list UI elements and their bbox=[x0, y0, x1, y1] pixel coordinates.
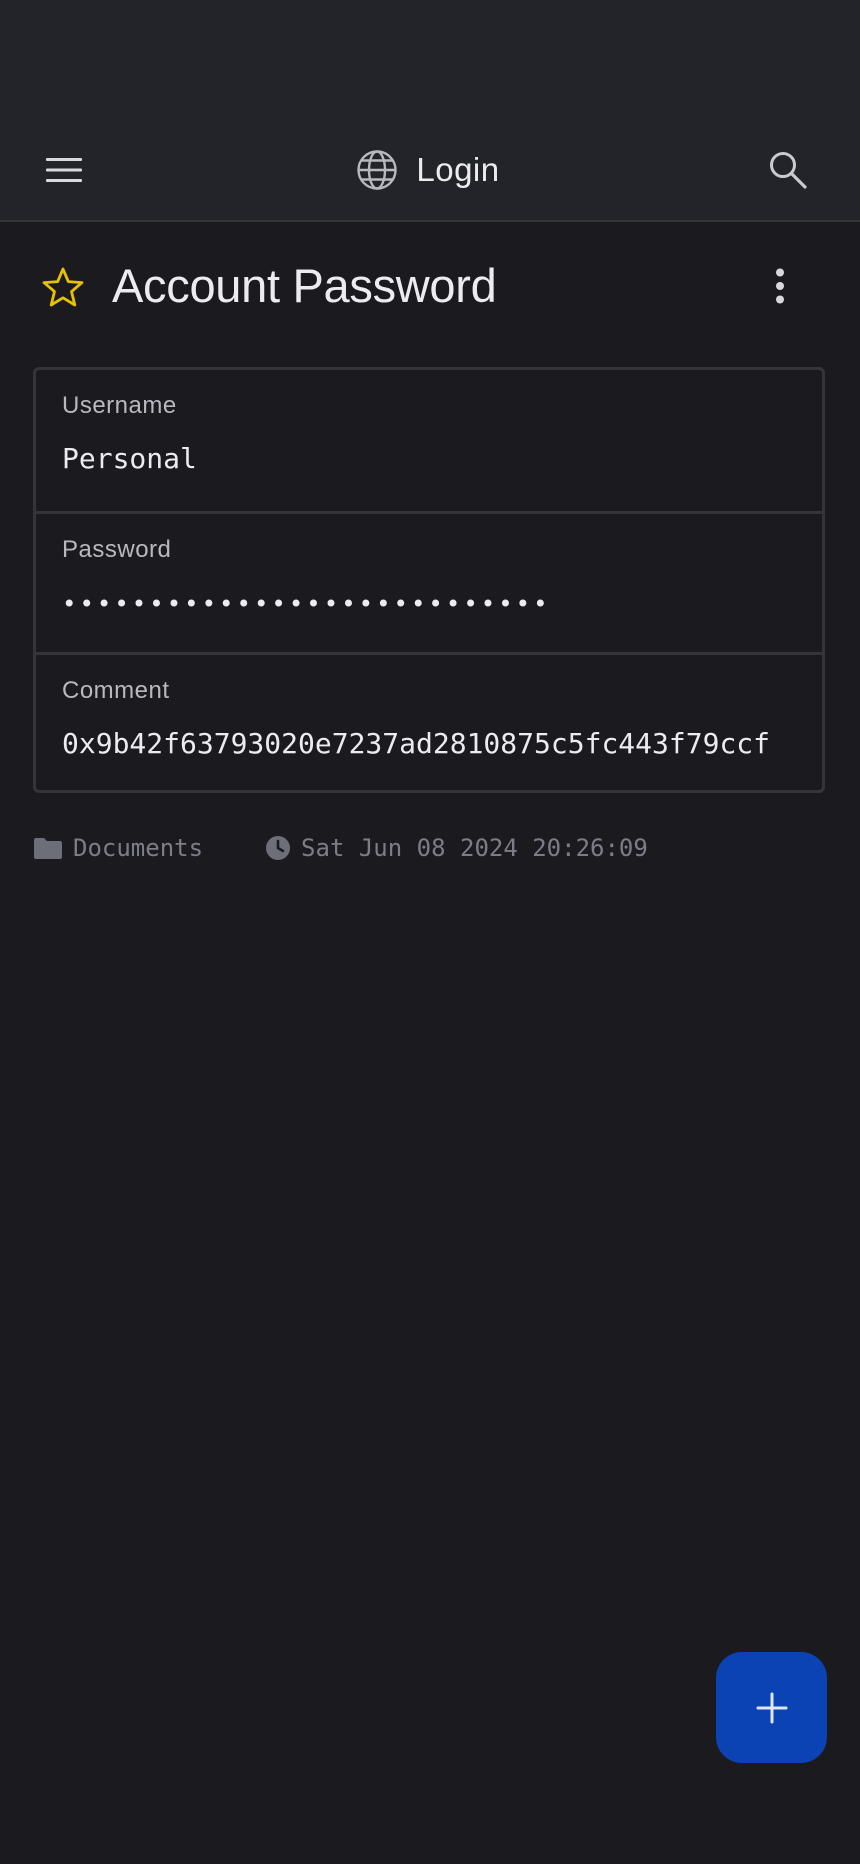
menu-button[interactable] bbox=[28, 140, 100, 200]
field-comment[interactable]: Comment 0x9b42f63793020e7237ad2810875c5f… bbox=[36, 652, 822, 790]
folder-name: Documents bbox=[73, 834, 204, 862]
folder-icon bbox=[34, 838, 62, 859]
timestamp-info: Sat Jun 08 2024 20:26:09 bbox=[265, 834, 648, 862]
field-value: 0x9b42f63793020e7237ad2810875c5fc443f79c… bbox=[62, 727, 771, 760]
entry-meta: Documents Sat Jun 08 2024 20:26:09 bbox=[33, 830, 648, 866]
field-value: Personal bbox=[62, 442, 197, 475]
favorite-button[interactable] bbox=[36, 262, 90, 312]
app-title: Login bbox=[0, 120, 860, 220]
clock-icon bbox=[266, 836, 291, 860]
field-label: Username bbox=[62, 392, 177, 419]
search-icon bbox=[770, 152, 807, 189]
field-password[interactable]: Password •••••••••••••••••••••••••••• bbox=[36, 511, 822, 652]
search-button[interactable] bbox=[752, 140, 824, 200]
field-username[interactable]: Username Personal bbox=[36, 370, 822, 511]
field-label: Comment bbox=[62, 677, 170, 704]
entry-title: Account Password bbox=[112, 259, 497, 312]
status-bar bbox=[0, 0, 860, 120]
app-title-text: Login bbox=[416, 151, 500, 188]
fields-card: Username Personal Password •••••••••••••… bbox=[33, 367, 825, 793]
star-outline-icon bbox=[42, 267, 84, 307]
more-options-button[interactable] bbox=[754, 258, 806, 314]
more-vertical-icon bbox=[776, 268, 784, 304]
field-label: Password bbox=[62, 536, 172, 563]
entry-header: Account Password bbox=[0, 240, 860, 332]
app-bar: Login bbox=[0, 120, 860, 222]
hamburger-menu-icon bbox=[46, 158, 82, 182]
plus-icon bbox=[756, 1692, 787, 1723]
add-entry-button[interactable] bbox=[716, 1652, 827, 1763]
folder-info[interactable]: Documents bbox=[33, 834, 203, 862]
field-value: •••••••••••••••••••••••••••• bbox=[62, 590, 551, 618]
globe-icon bbox=[357, 150, 398, 190]
timestamp-text: Sat Jun 08 2024 20:26:09 bbox=[301, 834, 648, 862]
